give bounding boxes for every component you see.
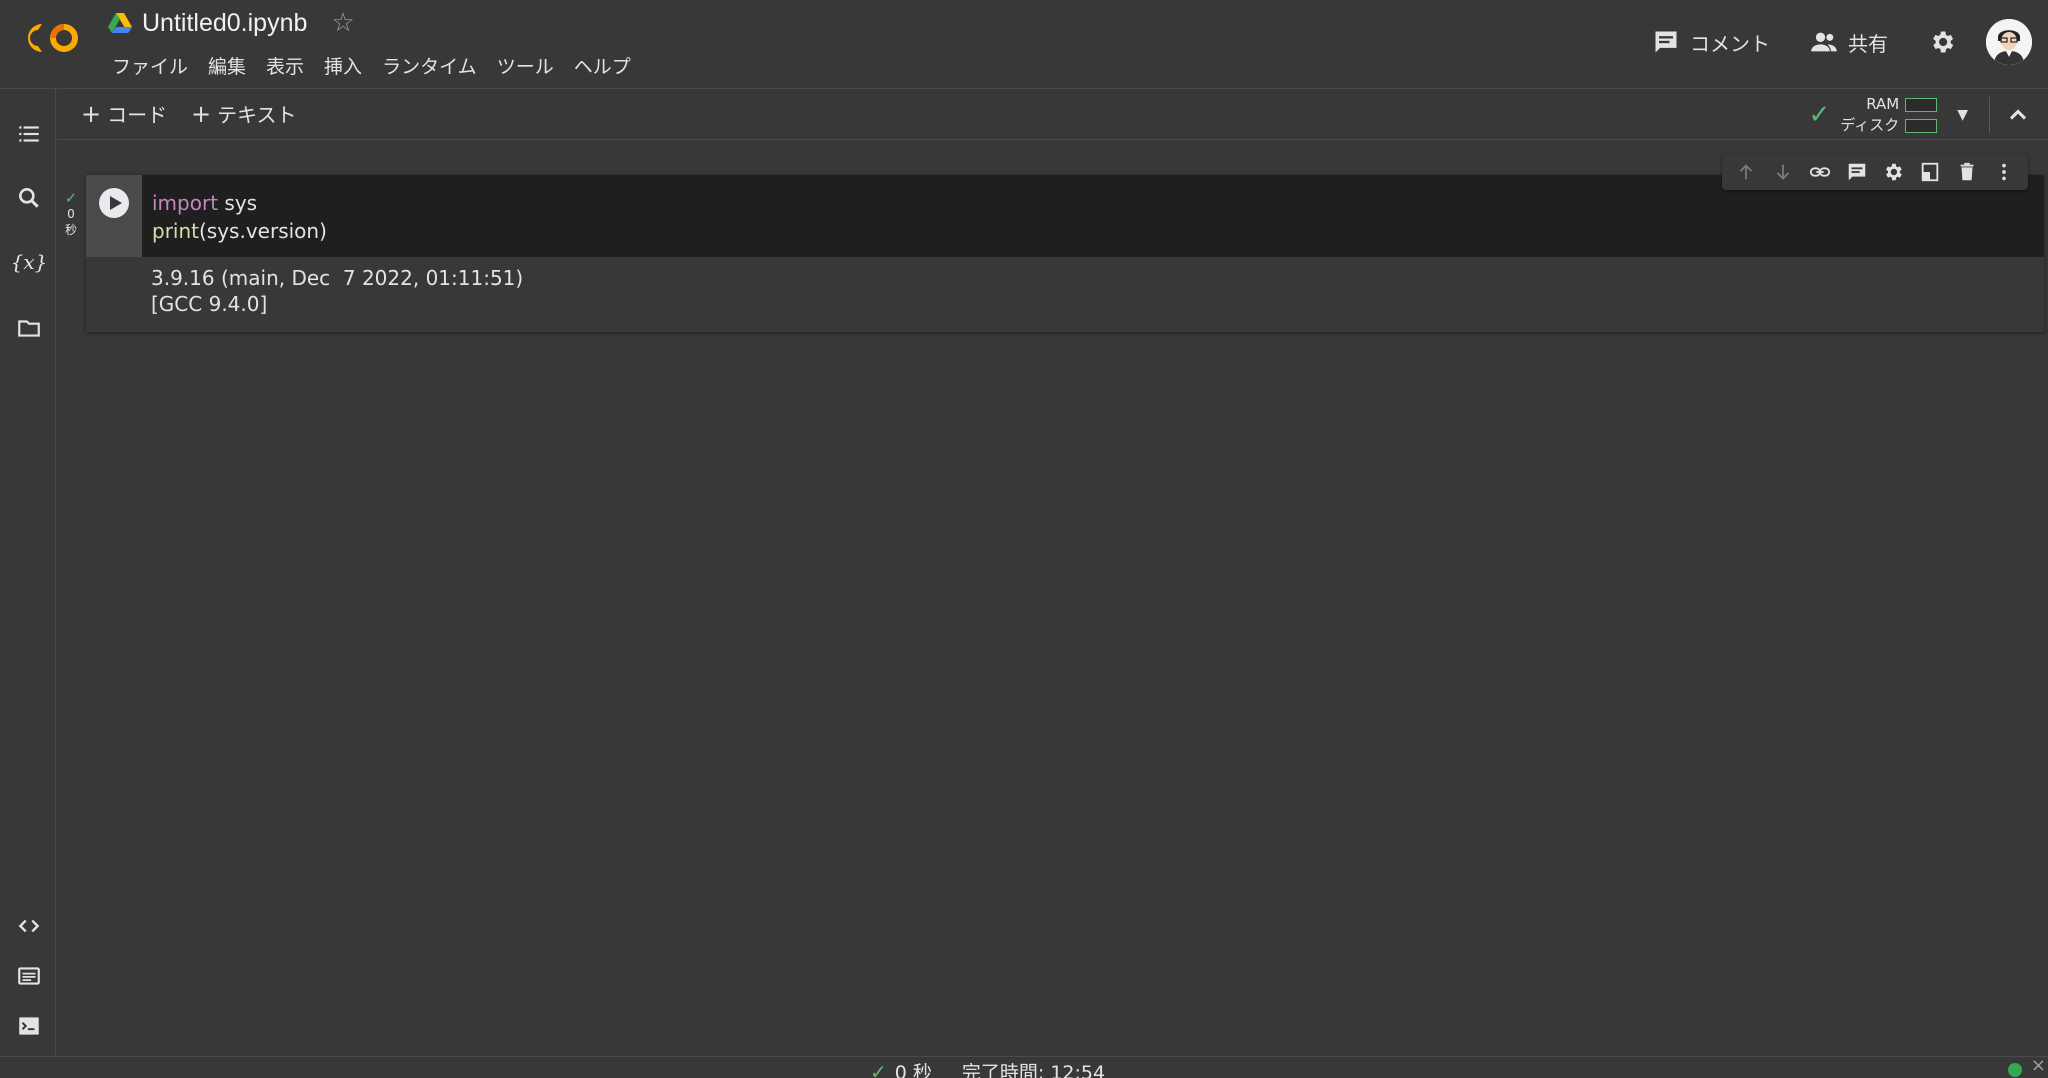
- folder-icon[interactable]: [14, 313, 44, 343]
- add-text-button[interactable]: + テキスト: [191, 99, 297, 128]
- delete-icon[interactable]: [1954, 159, 1980, 185]
- file-title-area: Untitled0.ipynb ☆: [108, 8, 355, 38]
- ram-label: RAM: [1866, 95, 1900, 113]
- cell-toolbar: [1722, 154, 2028, 190]
- code-line-1: import sys: [152, 189, 2044, 217]
- runtime-status[interactable]: ✓ RAM ディスク ▼: [1808, 93, 1968, 137]
- exec-time-value: 0: [67, 207, 75, 221]
- status-duration-group: ✓ 0 秒: [870, 1058, 932, 1078]
- caret-down-icon[interactable]: ▼: [1957, 107, 1968, 123]
- command-palette-icon[interactable]: [14, 961, 44, 991]
- arrow-down-icon[interactable]: [1770, 159, 1796, 185]
- avatar[interactable]: [1986, 19, 2032, 65]
- people-icon: [1811, 32, 1837, 52]
- connection-status-dot: [2008, 1063, 2022, 1077]
- code-snippets-icon[interactable]: [14, 911, 44, 941]
- play-icon: [109, 196, 122, 210]
- code-token: (sys.version): [199, 219, 327, 243]
- colab-window: Untitled0.ipynb ☆ ファイル 編集 表示 挿入 ランタイム ツー…: [0, 0, 2048, 1078]
- add-text-label: テキスト: [217, 103, 297, 127]
- exec-time-unit: 秒: [64, 223, 77, 237]
- check-icon: ✓: [64, 189, 78, 207]
- star-icon[interactable]: ☆: [331, 10, 354, 36]
- menu-help[interactable]: ヘルプ: [564, 52, 641, 79]
- cell-output: 3.9.16 (main, Dec 7 2022, 01:11:51) [GCC…: [86, 257, 2044, 332]
- code-cell[interactable]: import sys print(sys.version) 3.9.16 (ma…: [86, 175, 2044, 332]
- menu-tools[interactable]: ツール: [487, 52, 564, 79]
- add-code-button[interactable]: + コード: [81, 99, 167, 128]
- plus-icon: +: [81, 99, 102, 128]
- check-icon: ✓: [870, 1060, 887, 1078]
- add-code-label: コード: [107, 103, 168, 127]
- output-line: 3.9.16 (main, Dec 7 2022, 01:11:51): [151, 266, 530, 290]
- comment-icon[interactable]: [1844, 159, 1870, 185]
- comment-icon: [1655, 31, 1677, 53]
- menu-file[interactable]: ファイル: [102, 52, 198, 79]
- left-sidebar: {x}: [0, 88, 56, 1056]
- notebook-toolbar: + コード + テキスト ✓ RAM ディスク ▼: [57, 88, 2048, 140]
- status-duration: 0 秒: [894, 1062, 932, 1078]
- comment-button[interactable]: コメント: [1652, 28, 1770, 57]
- disk-usage-bar: [1905, 118, 1938, 133]
- resource-bars: [1905, 97, 1938, 133]
- header: Untitled0.ipynb ☆ ファイル 編集 表示 挿入 ランタイム ツー…: [0, 0, 2048, 88]
- output-line: [GCC 9.4.0]: [151, 292, 268, 316]
- ram-usage-bar: [1905, 97, 1938, 112]
- notebook-title[interactable]: Untitled0.ipynb: [142, 9, 307, 38]
- status-info[interactable]: ✓ 0 秒 完了時間: 12:54: [870, 1058, 1105, 1078]
- search-icon[interactable]: [14, 183, 44, 213]
- share-button[interactable]: 共有: [1810, 28, 1888, 57]
- arrow-up-icon[interactable]: [1733, 159, 1759, 185]
- menu-insert[interactable]: 挿入: [314, 52, 372, 79]
- menu-edit[interactable]: 編集: [198, 52, 256, 79]
- keyword-token: import: [152, 191, 219, 215]
- run-area: [86, 175, 142, 257]
- comment-label: コメント: [1690, 31, 1770, 56]
- close-icon[interactable]: ×: [2031, 1055, 2046, 1076]
- settings-gear-icon[interactable]: [1928, 28, 1956, 56]
- colab-logo[interactable]: [20, 18, 82, 58]
- plus-icon: +: [191, 99, 212, 128]
- run-cell-button[interactable]: [99, 188, 129, 218]
- cell-exec-status: ✓ 0 秒: [60, 190, 82, 238]
- code-line-2: print(sys.version): [152, 217, 2044, 245]
- table-of-contents-icon[interactable]: [14, 119, 44, 149]
- more-vert-icon[interactable]: [1991, 159, 2017, 185]
- code-token: sys: [218, 191, 258, 215]
- status-completed: 完了時間: 12:54: [961, 1062, 1106, 1078]
- menu-runtime[interactable]: ランタイム: [372, 52, 487, 79]
- divider: [1989, 97, 1990, 133]
- chevron-up-icon[interactable]: [2004, 101, 2032, 129]
- terminal-icon[interactable]: [14, 1011, 44, 1041]
- header-actions: コメント 共有: [1652, 18, 2048, 66]
- link-icon[interactable]: [1807, 159, 1833, 185]
- status-bar: ✓ 0 秒 完了時間: 12:54 ×: [0, 1055, 2048, 1078]
- google-drive-icon: [108, 13, 132, 33]
- variables-icon[interactable]: {x}: [11, 247, 48, 277]
- mirror-cell-icon[interactable]: [1917, 159, 1943, 185]
- disk-label: ディスク: [1840, 116, 1900, 134]
- gear-icon[interactable]: [1880, 159, 1906, 185]
- avatar-image: [1986, 19, 2032, 65]
- resource-labels: RAM ディスク: [1840, 94, 1899, 136]
- share-label: 共有: [1848, 31, 1888, 56]
- menubar: ファイル 編集 表示 挿入 ランタイム ツール ヘルプ: [102, 52, 641, 79]
- connected-check-icon: ✓: [1808, 100, 1831, 130]
- function-token: print: [152, 219, 199, 243]
- menu-view[interactable]: 表示: [256, 52, 314, 79]
